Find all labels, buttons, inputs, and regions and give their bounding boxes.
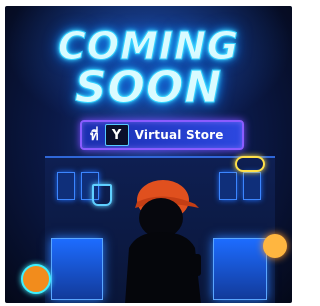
virtual-store-badge: ที่ Y Virtual Store xyxy=(80,120,244,150)
window xyxy=(219,172,237,200)
badge-text: Virtual Store xyxy=(134,128,224,142)
shop-sign-icon xyxy=(263,234,287,258)
coming-soon-poster: COMING SOON ที่ Y Virtual Store xyxy=(5,6,292,303)
shop-window xyxy=(213,238,267,300)
window xyxy=(57,172,75,200)
neon-cup-sign-icon xyxy=(92,184,112,206)
y-logo-icon: Y xyxy=(104,124,129,146)
shop-sign-icon xyxy=(21,264,51,294)
window xyxy=(243,172,261,200)
badge-prefix: ที่ xyxy=(90,128,99,144)
avatar-silhouette-icon xyxy=(125,180,201,303)
shop-window xyxy=(51,238,103,300)
headline-soon: SOON xyxy=(74,62,223,114)
neon-sign-icon xyxy=(235,156,265,172)
